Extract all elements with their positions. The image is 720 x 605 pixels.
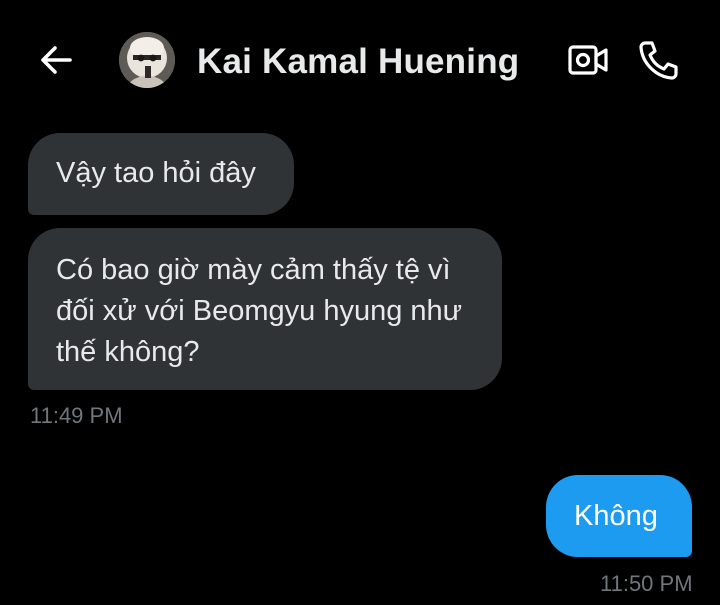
avatar[interactable] [119,32,175,88]
back-arrow-icon [41,46,72,74]
message-bubble-incoming[interactable]: Vậy tao hỏi đây [28,133,294,215]
back-button[interactable] [36,40,76,80]
avatar-image [119,32,175,88]
video-camera-icon [568,45,608,75]
message-timestamp: 11:49 PM [30,403,123,428]
voice-call-button[interactable] [636,38,680,82]
message-bubble-incoming[interactable]: Có bao giờ mày cảm thấy tệ vì đối xử với… [28,228,502,390]
message-timestamp: 11:50 PM [600,571,693,596]
phone-icon [639,41,678,80]
contact-name[interactable]: Kai Kamal Huening [197,40,519,84]
video-call-button[interactable] [566,40,610,80]
conversation-header: Kai Kamal Huening [0,0,720,120]
message-bubble-outgoing[interactable]: Không [546,475,692,557]
